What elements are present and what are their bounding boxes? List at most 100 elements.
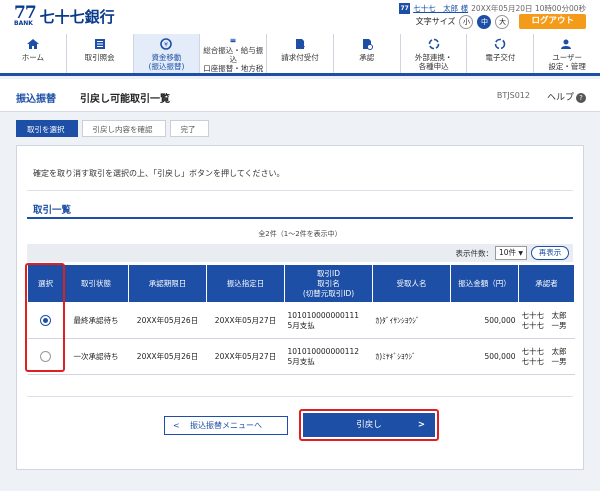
link-icon [428, 38, 439, 50]
pagination-bar: 表示件数： 10件 ▼ 再表示 [27, 244, 573, 262]
nav-bulk-transfer[interactable]: 総合振込・給与振込 口座振替・地方税 [199, 34, 266, 73]
logout-button[interactable]: ログアウト [519, 14, 586, 29]
font-size-label: 文字サイズ [415, 17, 456, 26]
col-recipient: 受取人名 [372, 264, 451, 303]
col-status: 取引状態 [63, 264, 129, 303]
help-link[interactable]: ヘルプ? [547, 90, 586, 103]
user-badge-icon: 77 [399, 3, 411, 14]
home-icon [26, 39, 39, 49]
deadline-cell: 20XX年05月26日 [128, 302, 207, 339]
nav-label: ホーム [21, 53, 45, 62]
header: 77 BANK 七十七銀行 77 七十七 太郎 様 20XX年05月20日 10… [0, 0, 600, 34]
chevron-right-icon: > [417, 420, 425, 430]
main-panel: 確定を取り消す取引を選択の上、「引戻し」ボタンを押してください。 取引一覧 全2… [16, 145, 584, 470]
step-complete: 完了 [169, 120, 209, 137]
approver-cell: 七十七 太郎 七十七 一男 [518, 338, 575, 375]
table-row[interactable]: 一次承認待ち 20XX年05月26日 20XX年05月27日 101010000… [27, 338, 575, 375]
undo-button[interactable]: 引戻し > [303, 413, 435, 437]
col-select: 選択 [27, 264, 64, 303]
page-title: 引戻し可能取引一覧 [80, 94, 170, 105]
approve-icon [362, 39, 373, 50]
approver-2: 七十七 一男 [521, 356, 567, 366]
table-header-row: 選択 取引状態 承認期限日 振込指定日 取引ID 取引名 (切替元取引ID) 受… [27, 264, 575, 303]
select-radio[interactable] [40, 315, 51, 326]
nav-label: 請求付受付 [281, 53, 319, 62]
deadline-cell: 20XX年05月26日 [128, 338, 207, 375]
approver-1: 七十七 太郎 [521, 346, 567, 356]
amount-cell: 500,000 [450, 338, 519, 375]
divider [27, 396, 573, 397]
nav-label: 取引照会 [84, 53, 115, 62]
instruction-text: 確定を取り消す取引を選択の上、「引戻し」ボタンを押してください。 [33, 169, 285, 178]
page-category: 振込振替 [16, 94, 56, 105]
select-cell [27, 302, 64, 339]
nav-external[interactable]: 外部連携・ 各種申込 [399, 34, 467, 73]
nav-fund-transfer[interactable]: ¥ 資金移動 (振込振替) [132, 34, 200, 73]
nav-home[interactable]: ホーム [0, 34, 66, 73]
bank-logo[interactable]: 77 BANK 七十七銀行 [14, 5, 115, 28]
chevron-left-icon: < [173, 421, 180, 430]
redisplay-button[interactable]: 再表示 [531, 246, 569, 260]
nav-inquiry[interactable]: 取引照会 [65, 34, 133, 73]
logo-sub: BANK [14, 20, 33, 27]
col-deadline: 承認期限日 [128, 264, 207, 303]
recipient-cell: ｶ)ﾐﾔｷﾞｼﾖｳｼﾞ [372, 338, 451, 375]
approver-cell: 七十七 太郎 七十七 一男 [518, 302, 575, 339]
screen-code: BTJS012 [496, 91, 530, 100]
refresh-icon [495, 38, 506, 50]
recipient-cell: ｶ)ﾀﾞｲｻﾝｼﾖｳｼﾞ [372, 302, 451, 339]
col-tx-id: 取引ID 取引名 (切替元取引ID) [284, 264, 373, 303]
back-label: 振込振替メニューへ [190, 421, 262, 430]
per-page-value: 10件 [499, 248, 517, 257]
select-radio[interactable] [40, 351, 51, 362]
logo-mark: 77 BANK [14, 5, 37, 28]
help-label: ヘルプ [546, 93, 574, 103]
card-icon [230, 38, 236, 43]
nav-e-delivery[interactable]: 電子交付 [466, 34, 533, 73]
section-title: 取引一覧 [33, 205, 72, 216]
font-size-small-button[interactable]: 小 [459, 14, 474, 29]
user-name-link[interactable]: 七十七 太郎 様 [413, 3, 468, 14]
transfer-date-cell: 20XX年05月27日 [206, 338, 285, 375]
tx-name: 5月支払 [287, 356, 315, 366]
select-cell [27, 338, 64, 375]
nav-label: 外部連携・ 各種申込 [414, 53, 453, 71]
tx-id-cell: 101010000000112 5月支払 [284, 338, 373, 375]
transaction-table: 選択 取引状態 承認期限日 振込指定日 取引ID 取引名 (切替元取引ID) 受… [27, 264, 575, 375]
nav-invoice[interactable]: 請求付受付 [266, 34, 333, 73]
chevron-down-icon: ▼ [518, 250, 523, 257]
divider [27, 190, 573, 191]
step-confirm: 引戻し内容を確認 [81, 120, 166, 137]
per-page-select[interactable]: 10件 ▼ [495, 246, 527, 260]
progress-steps: 取引を選択 引戻し内容を確認 完了 [16, 120, 213, 137]
tx-id: 101010000000111 [287, 310, 360, 320]
nav-label: ユーザー 設定・管理 [548, 53, 586, 71]
amount-cell: 500,000 [450, 302, 519, 339]
document-icon [296, 39, 306, 49]
tx-name: 5月支払 [287, 320, 315, 330]
table-row[interactable]: 最終承認待ち 20XX年05月26日 20XX年05月27日 101010000… [27, 302, 575, 339]
list-icon [94, 39, 105, 49]
nav-label: 総合振込・給与振込 口座振替・地方税 [203, 46, 264, 73]
approver-2: 七十七 一男 [521, 320, 567, 330]
nav-approval[interactable]: 承認 [332, 34, 400, 73]
page-header: 振込振替 引戻し可能取引一覧 BTJS012 ヘルプ? [0, 79, 600, 112]
status-cell: 最終承認待ち [63, 302, 129, 339]
back-to-menu-button[interactable]: < 振込振替メニューへ [164, 416, 288, 435]
status-cell: 一次承認待ち [63, 338, 129, 375]
login-time: 20XX年05月20日 10時00分00秒 [471, 4, 586, 13]
per-page-label: 表示件数： [455, 249, 494, 258]
global-nav: ホーム 取引照会 ¥ 資金移動 (振込振替) 総合振込・給与振込 口座振替・地方… [0, 34, 600, 76]
font-size-large-button[interactable]: 大 [495, 14, 510, 29]
font-size-medium-button[interactable]: 中 [477, 14, 492, 29]
tx-id-cell: 101010000000111 5月支払 [284, 302, 373, 339]
approver-1: 七十七 太郎 [521, 310, 567, 320]
nav-label: 承認 [359, 53, 375, 62]
nav-user-settings[interactable]: ユーザー 設定・管理 [533, 34, 600, 73]
result-count: 全2件（1～2件を表示中） [258, 230, 342, 238]
nav-label: 資金移動 (振込振替) [148, 53, 185, 71]
transfer-date-cell: 20XX年05月27日 [206, 302, 285, 339]
help-icon: ? [576, 93, 586, 103]
svg-text:¥: ¥ [165, 42, 169, 49]
col-transfer-date: 振込指定日 [206, 264, 285, 303]
